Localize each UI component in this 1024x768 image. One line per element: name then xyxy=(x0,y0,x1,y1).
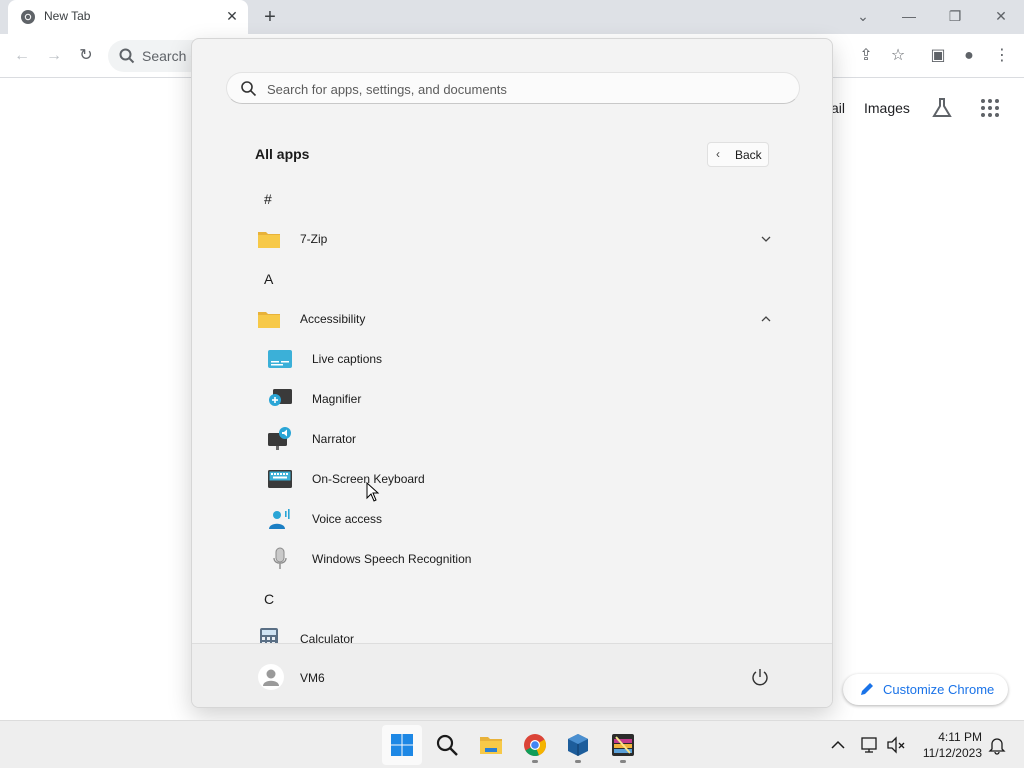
narrator-icon xyxy=(268,427,291,450)
volume-muted-icon[interactable] xyxy=(886,735,906,755)
live-captions-icon xyxy=(268,350,292,368)
tab-close-icon[interactable]: ✕ xyxy=(224,8,240,24)
app-label: Calculator xyxy=(300,632,355,643)
taskbar-chrome[interactable] xyxy=(515,725,555,765)
app-7zip[interactable]: 7-Zip xyxy=(244,219,784,259)
tab-new-tab[interactable]: New Tab ✕ xyxy=(8,0,248,34)
apps-grid-icon[interactable] xyxy=(979,97,1001,119)
power-icon[interactable] xyxy=(750,667,770,687)
profile-icon[interactable]: ● xyxy=(958,45,980,67)
tab-search-chevron-icon[interactable]: ⌄ xyxy=(851,4,875,28)
menu-kebab-icon[interactable]: ⋮ xyxy=(991,45,1013,67)
letter-label: # xyxy=(264,191,272,207)
taskbar: 4:11 PM 11/12/2023 xyxy=(0,720,1024,768)
folder-icon xyxy=(258,312,280,328)
minimize-button[interactable]: — xyxy=(897,4,921,28)
bookmark-star-icon[interactable]: ☆ xyxy=(887,45,909,67)
taskbar-start-button[interactable] xyxy=(382,725,422,765)
taskbar-search-button[interactable] xyxy=(427,725,467,765)
search-icon xyxy=(241,81,257,97)
folder-accessibility[interactable]: Accessibility xyxy=(244,299,784,339)
all-apps-list: # 7-Zip A Accessibility Live captions Ma… xyxy=(192,179,832,643)
search-icon xyxy=(119,48,135,64)
chrome-favicon-icon xyxy=(21,10,35,24)
start-footer: VM6 xyxy=(192,643,832,707)
taskbar-file-explorer[interactable] xyxy=(471,725,511,765)
back-button[interactable]: ‹ Back xyxy=(707,142,769,167)
app-voice-access[interactable]: Voice access xyxy=(244,499,784,539)
all-apps-title: All apps xyxy=(255,146,310,162)
app-label: Live captions xyxy=(312,352,383,366)
user-avatar[interactable] xyxy=(258,664,284,690)
app-windows-speech-recognition[interactable]: Windows Speech Recognition xyxy=(244,539,784,579)
customize-chrome-label: Customize Chrome xyxy=(883,682,995,697)
winrar-icon xyxy=(612,734,634,756)
magnifier-icon xyxy=(269,389,292,406)
app-live-captions[interactable]: Live captions xyxy=(244,339,784,379)
pencil-icon xyxy=(861,683,873,695)
mouse-cursor-icon xyxy=(366,482,380,502)
running-indicator xyxy=(620,760,626,763)
voice-access-icon xyxy=(269,509,290,529)
side-panel-icon[interactable]: ▣ xyxy=(927,45,949,67)
letter-header-c[interactable]: C xyxy=(244,579,784,619)
app-label: 7-Zip xyxy=(300,232,328,246)
labs-flask-icon[interactable] xyxy=(931,97,953,119)
restore-button[interactable]: ❐ xyxy=(943,4,967,28)
user-name[interactable]: VM6 xyxy=(300,671,325,685)
app-label: Voice access xyxy=(312,512,383,526)
app-label: Windows Speech Recognition xyxy=(312,552,472,566)
app-calculator[interactable]: Calculator xyxy=(244,619,784,643)
search-icon xyxy=(436,734,458,756)
back-label: Back xyxy=(735,148,762,162)
share-icon[interactable]: ⇪ xyxy=(855,45,877,67)
letter-header-hash[interactable]: # xyxy=(244,179,784,219)
running-indicator xyxy=(575,760,581,763)
app-label: Narrator xyxy=(312,432,357,446)
close-window-button[interactable]: ✕ xyxy=(989,4,1013,28)
app-label: Magnifier xyxy=(312,392,362,406)
forward-arrow-icon[interactable]: → xyxy=(43,45,65,67)
customize-chrome-button[interactable]: Customize Chrome xyxy=(843,674,1008,705)
letter-header-a[interactable]: A xyxy=(244,259,784,299)
chevron-down-icon[interactable] xyxy=(758,231,774,247)
app-magnifier[interactable]: Magnifier xyxy=(244,379,784,419)
running-indicator xyxy=(532,760,538,763)
app-narrator[interactable]: Narrator xyxy=(244,419,784,459)
app-on-screen-keyboard[interactable]: On-Screen Keyboard xyxy=(244,459,784,499)
microphone-icon xyxy=(273,547,287,569)
new-tab-button[interactable]: + xyxy=(258,6,282,30)
chevron-up-icon[interactable] xyxy=(828,735,848,755)
network-icon[interactable] xyxy=(860,735,880,755)
taskbar-winrar[interactable] xyxy=(603,725,643,765)
back-arrow-icon[interactable]: ← xyxy=(11,45,33,67)
clock-date: 11/12/2023 xyxy=(922,746,982,760)
tab-strip: New Tab ✕ + ⌄ — ❐ ✕ xyxy=(0,0,1024,34)
calculator-icon xyxy=(260,628,278,643)
notification-bell-icon[interactable] xyxy=(987,735,1007,755)
file-explorer-icon xyxy=(480,737,502,754)
images-link[interactable]: Images xyxy=(864,100,910,116)
user-icon xyxy=(263,669,279,686)
clock-time: 4:11 PM xyxy=(938,730,982,744)
gmail-link[interactable]: ail xyxy=(831,100,845,116)
folder-icon xyxy=(258,232,280,248)
taskbar-clock[interactable]: 4:11 PM 11/12/2023 xyxy=(912,729,982,761)
start-search-box[interactable] xyxy=(226,72,800,104)
letter-label: A xyxy=(264,271,274,287)
app-label: Accessibility xyxy=(300,312,366,326)
start-icon xyxy=(391,734,413,756)
chrome-icon xyxy=(524,734,547,757)
start-search-input[interactable] xyxy=(267,79,787,99)
reload-icon[interactable]: ↻ xyxy=(75,45,97,67)
letter-label: C xyxy=(264,591,275,607)
start-menu: All apps ‹ Back # 7-Zip A xyxy=(191,38,833,708)
tab-title: New Tab xyxy=(44,9,91,23)
chevron-left-icon: ‹ xyxy=(716,147,720,161)
taskbar-virtualbox[interactable] xyxy=(558,725,598,765)
chevron-up-icon[interactable] xyxy=(758,311,774,327)
keyboard-icon xyxy=(268,470,292,488)
virtualbox-icon xyxy=(568,734,588,756)
